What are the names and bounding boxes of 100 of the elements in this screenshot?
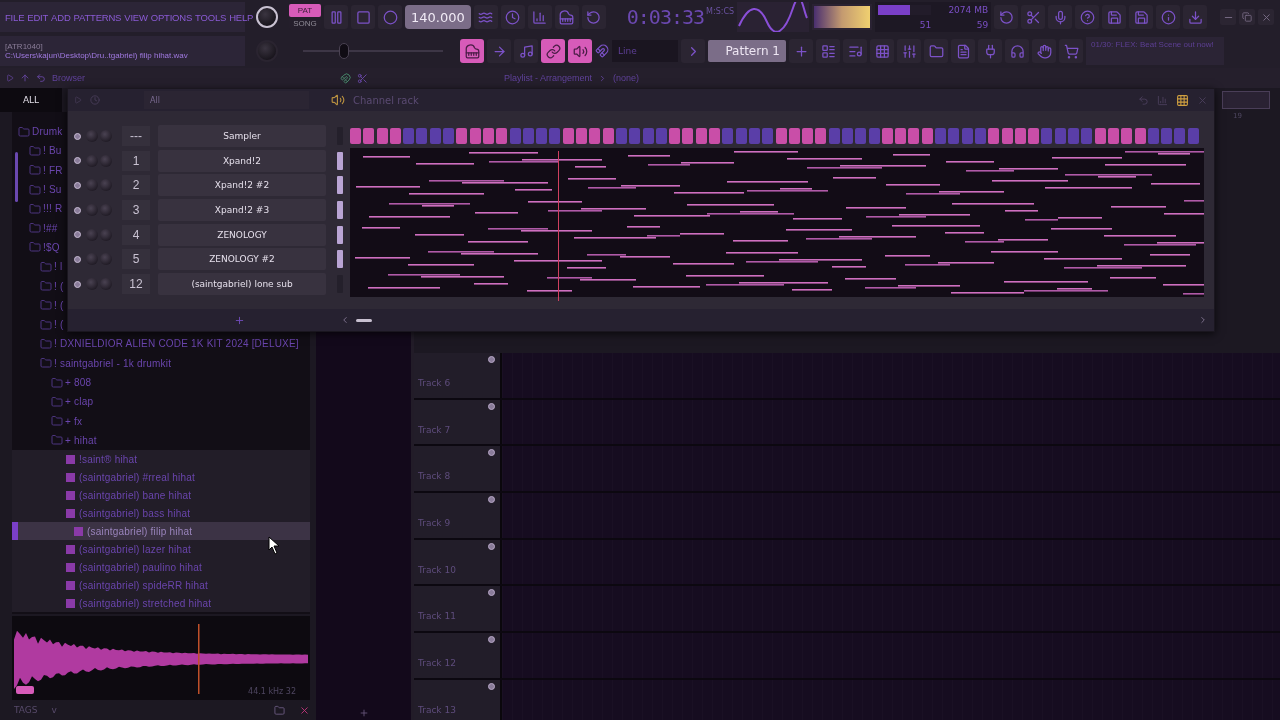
step-button[interactable]: [1094, 128, 1106, 144]
folder-item[interactable]: ! (: [40, 295, 64, 315]
mode-toggle[interactable]: PAT: [289, 4, 321, 17]
step-button[interactable]: [1028, 128, 1040, 144]
mute-led[interactable]: [74, 206, 81, 214]
step-button[interactable]: [1014, 128, 1026, 144]
step-button[interactable]: [669, 128, 681, 144]
step-button[interactable]: [695, 128, 707, 144]
note-button[interactable]: [514, 39, 538, 63]
step-button[interactable]: [1121, 128, 1133, 144]
info-button[interactable]: [1156, 5, 1181, 29]
step-button[interactable]: [469, 128, 481, 144]
step-button[interactable]: [363, 128, 375, 144]
scroll-right-icon[interactable]: [1198, 315, 1208, 325]
folder-item[interactable]: ! Bu: [29, 141, 62, 161]
pan-knob[interactable]: [86, 278, 98, 291]
volume-knob[interactable]: [256, 6, 278, 28]
sample-item[interactable]: (saintgabriel) lazer hihat: [12, 540, 310, 559]
pan-knob[interactable]: [86, 179, 98, 192]
magnet-icon[interactable]: [340, 72, 351, 84]
step-button[interactable]: [709, 128, 720, 144]
step-button[interactable]: [722, 128, 734, 144]
mixer-track-number[interactable]: 4: [122, 224, 150, 245]
close-icon[interactable]: [1197, 94, 1208, 106]
mute-led[interactable]: [488, 542, 495, 550]
pattern-selector[interactable]: Pattern 1: [708, 40, 786, 62]
step-button[interactable]: [948, 128, 960, 144]
mute-led[interactable]: [488, 496, 495, 504]
menu-item[interactable]: TOOLS: [195, 11, 227, 23]
folder-item[interactable]: ! FR: [29, 160, 63, 180]
select-indicator[interactable]: [337, 176, 343, 195]
step-button[interactable]: [536, 128, 548, 144]
folder-item[interactable]: ! (: [40, 276, 64, 296]
headphones-button[interactable]: [1005, 39, 1029, 63]
step-button[interactable]: [562, 128, 574, 144]
add-channel-button[interactable]: [234, 314, 245, 326]
step-button[interactable]: [1041, 128, 1053, 144]
folder-icon[interactable]: [274, 704, 285, 716]
scissors-button[interactable]: [1021, 5, 1046, 29]
mixer-track-number[interactable]: 12: [122, 274, 150, 295]
step-button[interactable]: [1054, 128, 1066, 144]
loop-button[interactable]: [581, 5, 606, 29]
step-button[interactable]: [1107, 128, 1119, 144]
scroll-left-icon[interactable]: [340, 315, 350, 325]
folder-item[interactable]: ! Su: [29, 179, 62, 200]
track-header[interactable]: Track 12: [414, 633, 500, 678]
folder-item[interactable]: + fx: [51, 411, 83, 431]
speaker-icon[interactable]: [331, 93, 345, 107]
tags-filter[interactable]: v: [51, 705, 57, 715]
folder-item[interactable]: ! DXNIELDIOR ALIEN CODE 1K KIT 2024 [DELUXE]: [40, 334, 299, 354]
folder-item[interactable]: + clap: [51, 392, 94, 412]
step-button[interactable]: [1187, 128, 1199, 144]
record-button[interactable]: [378, 5, 402, 29]
clock-button[interactable]: [500, 5, 525, 29]
step-button[interactable]: [389, 128, 401, 144]
step-button[interactable]: [735, 128, 747, 144]
mute-led[interactable]: [74, 157, 81, 165]
all-tab[interactable]: ALL: [0, 88, 62, 112]
step-button[interactable]: [1134, 128, 1146, 144]
mixer-track-number[interactable]: 1: [122, 150, 150, 171]
preview-button[interactable]: [16, 686, 34, 694]
folder-item[interactable]: + hihat: [51, 430, 97, 451]
mute-led[interactable]: [488, 636, 495, 644]
scissors-icon[interactable]: [357, 72, 368, 84]
step-button[interactable]: [602, 128, 614, 144]
folder-item[interactable]: !!! R: [29, 199, 63, 219]
bars-button[interactable]: [527, 5, 552, 29]
step-button[interactable]: [1001, 128, 1013, 144]
cart-button[interactable]: [1059, 39, 1083, 63]
scrollbar[interactable]: [15, 152, 18, 202]
mute-led[interactable]: [74, 181, 81, 189]
track-header[interactable]: Track 11: [414, 586, 500, 632]
piano-roll-button[interactable]: [460, 39, 484, 63]
channel-button[interactable]: Sampler: [158, 125, 326, 147]
step-button[interactable]: [921, 128, 933, 144]
step-button[interactable]: [576, 128, 588, 144]
channel-button[interactable]: ZENOLOGY #2: [158, 248, 326, 271]
arrow-button[interactable]: [487, 39, 511, 63]
piano-button[interactable]: [554, 5, 579, 29]
mixer-track-number[interactable]: ---: [122, 126, 150, 146]
help-button[interactable]: [1075, 5, 1100, 29]
pan-knob[interactable]: [86, 204, 98, 217]
pan-knob[interactable]: [86, 130, 98, 142]
sample-item[interactable]: !saint® hihat: [12, 450, 310, 469]
step-button[interactable]: [1174, 128, 1186, 144]
mixer-track-number[interactable]: 5: [122, 249, 150, 270]
step-button[interactable]: [908, 128, 920, 144]
step-button[interactable]: [868, 128, 880, 144]
channel-button[interactable]: (saintgabriel) lone sub: [158, 273, 326, 296]
scroll-thumb[interactable]: [356, 318, 372, 322]
step-button[interactable]: [1081, 128, 1093, 144]
close-icon[interactable]: [299, 704, 310, 716]
menu-item[interactable]: FILE: [5, 11, 25, 23]
step-button[interactable]: [881, 128, 893, 144]
snap-dropdown[interactable]: Line: [612, 40, 678, 62]
folder-item[interactable]: Drumk: [18, 122, 63, 142]
step-button[interactable]: [961, 128, 973, 144]
step-button[interactable]: [1147, 128, 1159, 144]
step-button[interactable]: [642, 128, 654, 144]
sample-item[interactable]: (saintgabriel) filip hihat: [12, 522, 310, 541]
